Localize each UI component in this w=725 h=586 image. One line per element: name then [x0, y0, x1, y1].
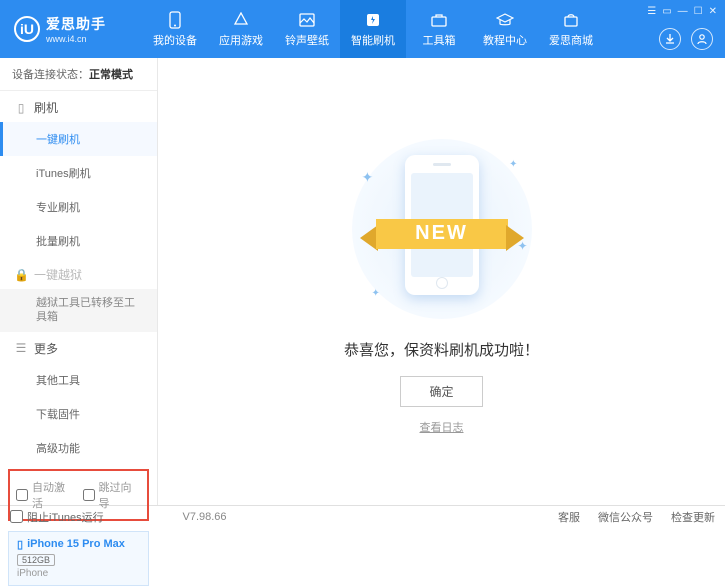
- nav-my-device[interactable]: 我的设备: [142, 0, 208, 58]
- lock-icon: 🔒: [14, 268, 28, 282]
- sidebar-item-pro-flash[interactable]: 专业刷机: [0, 190, 157, 224]
- section-more[interactable]: ☰ 更多: [0, 332, 157, 363]
- section-flash[interactable]: ▯ 刷机: [0, 91, 157, 122]
- top-nav: 我的设备 应用游戏 铃声壁纸 智能刷机 工具箱: [142, 0, 604, 58]
- menu-small-icon: ☰: [14, 341, 28, 355]
- checkbox-skip-guide[interactable]: 跳过向导: [83, 479, 142, 511]
- new-ribbon-icon: NEW: [364, 215, 520, 255]
- sidebar: 设备连接状态：正常模式 ▯ 刷机 一键刷机 iTunes刷机 专业刷机 批量刷机…: [0, 58, 158, 505]
- main-content: ✦ ✦ ✦ ✦ NEW 恭喜您，保资料刷机成功啦！ 确定 查看日志: [158, 58, 725, 505]
- window-controls: ☰ ▭ — ☐ ✕: [647, 6, 717, 17]
- sidebar-item-batch-flash[interactable]: 批量刷机: [0, 224, 157, 258]
- nav-toolbox[interactable]: 工具箱: [406, 0, 472, 58]
- logo: iU 爱思助手 www.i4.cn: [0, 14, 142, 44]
- maximize-icon[interactable]: ☐: [694, 6, 703, 17]
- nav-apps[interactable]: 应用游戏: [208, 0, 274, 58]
- sidebar-item-itunes-flash[interactable]: iTunes刷机: [0, 156, 157, 190]
- image-icon: [298, 11, 316, 29]
- success-message: 恭喜您，保资料刷机成功啦！: [344, 339, 539, 360]
- skin-icon[interactable]: ▭: [662, 6, 671, 17]
- success-illustration: ✦ ✦ ✦ ✦ NEW: [342, 129, 542, 329]
- footer-link-support[interactable]: 客服: [558, 509, 580, 525]
- sidebar-item-onekey-flash[interactable]: 一键刷机: [0, 122, 157, 156]
- apps-icon: [232, 11, 250, 29]
- checkbox-auto-activate[interactable]: 自动激活: [16, 479, 75, 511]
- checkbox-block-itunes[interactable]: 阻止iTunes运行: [10, 509, 104, 525]
- device-status: 设备连接状态：正常模式: [0, 58, 157, 91]
- footer-link-wechat[interactable]: 微信公众号: [598, 509, 653, 525]
- phone-tiny-icon: ▯: [17, 538, 23, 551]
- toolbox-icon: [430, 11, 448, 29]
- device-info[interactable]: ▯ iPhone 15 Pro Max 512GB iPhone: [8, 531, 149, 586]
- view-log-link[interactable]: 查看日志: [420, 419, 464, 435]
- ok-button[interactable]: 确定: [400, 376, 482, 407]
- phone-small-icon: ▯: [14, 101, 28, 115]
- nav-tutorial[interactable]: 教程中心: [472, 0, 538, 58]
- close-icon[interactable]: ✕: [709, 6, 717, 17]
- version-label: V7.98.66: [183, 511, 227, 523]
- minimize-icon[interactable]: —: [678, 6, 688, 17]
- menu-icon[interactable]: ☰: [647, 6, 656, 17]
- app-header: iU 爱思助手 www.i4.cn 我的设备 应用游戏 铃声壁纸: [0, 0, 725, 58]
- logo-icon: iU: [14, 16, 40, 42]
- app-title: 爱思助手: [46, 14, 106, 34]
- section-jailbreak: 🔒 一键越狱: [0, 258, 157, 289]
- store-icon: [562, 11, 580, 29]
- nav-store[interactable]: 爱思商城: [538, 0, 604, 58]
- sidebar-item-advanced[interactable]: 高级功能: [0, 431, 157, 465]
- nav-flash[interactable]: 智能刷机: [340, 0, 406, 58]
- footer-link-update[interactable]: 检查更新: [671, 509, 715, 525]
- device-capacity: 512GB: [17, 554, 55, 566]
- user-icon[interactable]: [691, 28, 713, 50]
- sidebar-item-download-firmware[interactable]: 下载固件: [0, 397, 157, 431]
- sidebar-item-other-tools[interactable]: 其他工具: [0, 363, 157, 397]
- grad-cap-icon: [496, 11, 514, 29]
- device-type: iPhone: [17, 568, 140, 579]
- flash-icon: [364, 11, 382, 29]
- jailbreak-note: 越狱工具已转移至工具箱: [0, 289, 157, 332]
- phone-icon: [166, 11, 184, 29]
- download-icon[interactable]: [659, 28, 681, 50]
- app-url: www.i4.cn: [46, 34, 106, 44]
- nav-ringtone[interactable]: 铃声壁纸: [274, 0, 340, 58]
